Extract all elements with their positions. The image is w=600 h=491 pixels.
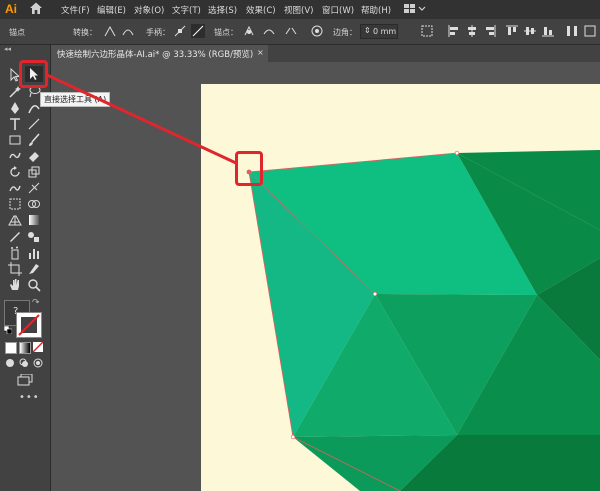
hexagon-crystal[interactable] bbox=[248, 150, 600, 491]
tool-highlight-box bbox=[19, 60, 48, 88]
anchor-point[interactable] bbox=[290, 434, 296, 440]
anchor-point[interactable] bbox=[372, 291, 378, 297]
annotation-arrow bbox=[46, 73, 237, 165]
canvas-overlay bbox=[46, 73, 600, 491]
anchor-highlight-box bbox=[235, 151, 263, 186]
anchor-point[interactable] bbox=[454, 150, 460, 156]
